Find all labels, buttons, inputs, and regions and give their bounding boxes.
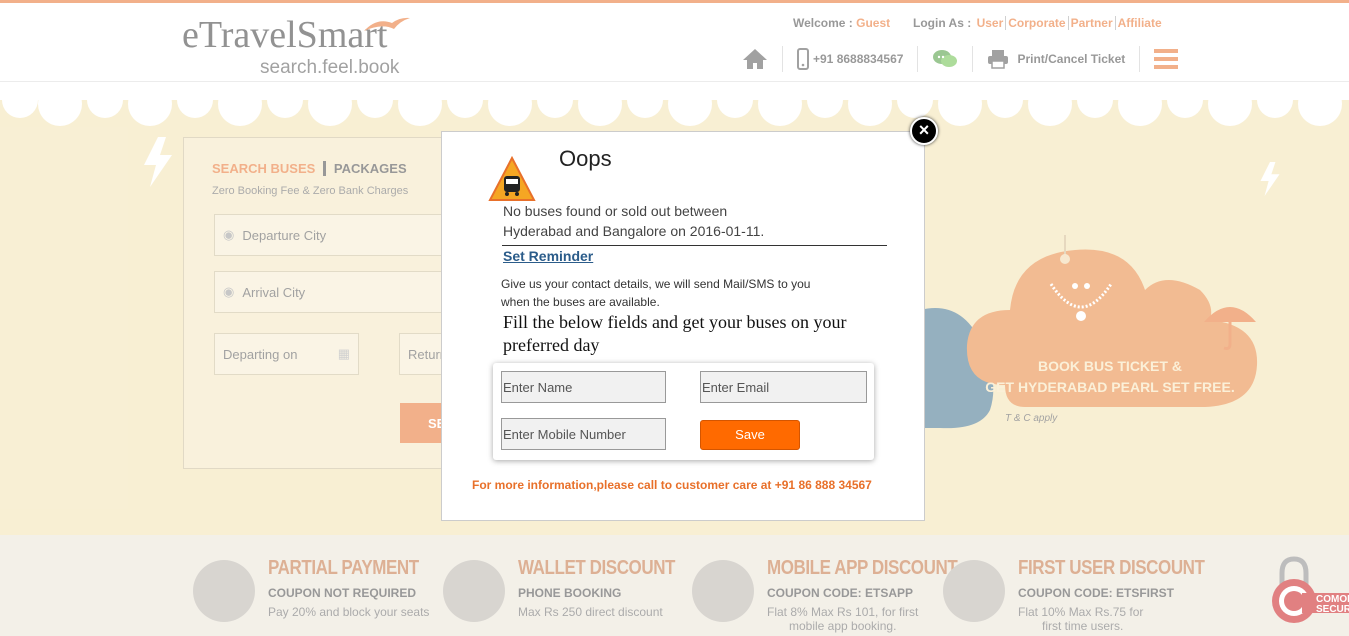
- set-reminder-link[interactable]: Set Reminder: [503, 248, 593, 264]
- fill-fields-note: Fill the below fields and get your buses…: [503, 312, 847, 355]
- contact-details-note: Give us your contact details, we will se…: [501, 277, 811, 309]
- customer-care-info: For more information,please call to cust…: [472, 478, 872, 492]
- reminder-form: Enter Name Enter Email Enter Mobile Numb…: [493, 363, 874, 460]
- no-buses-message: No buses found or sold out between Hyder…: [503, 203, 765, 239]
- email-input[interactable]: Enter Email: [700, 371, 867, 403]
- modal-title: Oops: [559, 146, 612, 171]
- divider: [502, 245, 887, 246]
- no-buses-modal: Oops No buses found or sold out between …: [441, 131, 925, 521]
- save-button[interactable]: Save: [700, 420, 800, 450]
- mobile-input[interactable]: Enter Mobile Number: [501, 418, 666, 450]
- warning-bus-icon: [488, 156, 536, 201]
- name-input[interactable]: Enter Name: [501, 371, 666, 403]
- close-icon[interactable]: ×: [910, 117, 938, 145]
